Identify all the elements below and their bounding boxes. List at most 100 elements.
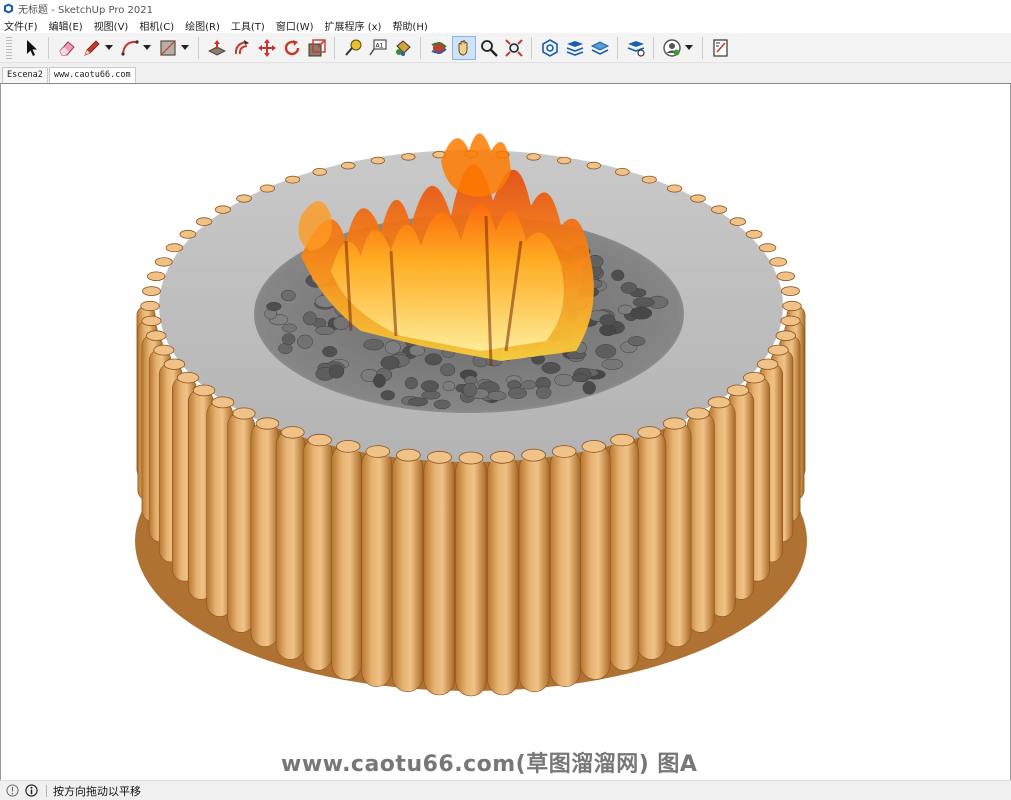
stone	[315, 325, 335, 336]
log-top-cap	[312, 167, 328, 176]
wood-log	[580, 444, 611, 680]
log-top-cap	[341, 161, 356, 170]
geo-location-icon[interactable]	[6, 784, 19, 797]
stone	[487, 390, 507, 401]
stone	[627, 336, 646, 347]
menu-view[interactable]: 视图(V)	[94, 18, 129, 33]
stone	[328, 364, 345, 379]
wood-log	[331, 444, 362, 680]
stone	[408, 344, 425, 357]
log-top-cap	[370, 156, 385, 165]
log-top-cap	[581, 440, 607, 453]
select-tool-button[interactable]	[19, 36, 43, 60]
stone	[541, 362, 561, 374]
log-top-cap	[707, 396, 731, 409]
send-to-layout-button[interactable]	[709, 36, 733, 60]
stone	[599, 324, 617, 337]
shape-tool-button[interactable]	[156, 36, 180, 60]
scale-tool-button[interactable]	[305, 36, 329, 60]
stone	[595, 344, 617, 359]
log-top-cap	[142, 286, 161, 297]
extension-warehouse-button[interactable]	[563, 36, 587, 60]
menu-edit[interactable]: 编辑(E)	[49, 18, 83, 33]
rotate-tool-button[interactable]	[280, 36, 304, 60]
stone	[266, 301, 282, 311]
stone	[630, 306, 653, 320]
shape-tool-dropdown[interactable]	[180, 36, 189, 60]
text-tool-button[interactable]: A1	[366, 36, 390, 60]
toolbar-divider	[702, 36, 703, 59]
log-top-cap	[427, 450, 452, 464]
eraser-tool-button[interactable]	[55, 36, 79, 60]
chevron-down-icon	[104, 45, 113, 50]
pan-tool-button[interactable]	[451, 35, 476, 60]
account-button[interactable]	[660, 36, 684, 60]
line-tool-button[interactable]	[80, 36, 104, 60]
svg-text:A1: A1	[375, 42, 383, 49]
menu-tools[interactable]: 工具(T)	[231, 18, 265, 33]
toolbar-grip[interactable]	[6, 36, 12, 59]
pan-hand-icon	[458, 39, 467, 55]
main-toolbar: A1	[0, 33, 1011, 63]
log-top-cap	[255, 417, 280, 430]
status-bar: 按方向拖动以平移	[0, 780, 1011, 800]
tape-measure-tool-button[interactable]	[341, 36, 365, 60]
menu-window[interactable]: 窗口(W)	[276, 18, 314, 33]
layout-icon	[590, 40, 609, 55]
log-top-cap	[307, 433, 332, 447]
log-top-cap	[767, 344, 789, 356]
wood-log	[302, 437, 333, 671]
move-tool-button[interactable]	[255, 36, 279, 60]
zoom-tool-button[interactable]	[477, 36, 501, 60]
wood-log	[487, 454, 519, 696]
log-top-cap	[745, 229, 763, 239]
menu-help[interactable]: 帮助(H)	[392, 18, 427, 33]
stone	[421, 380, 439, 392]
menu-extensions[interactable]: 扩展程序 (x)	[325, 18, 382, 33]
log-top-cap	[163, 358, 186, 370]
stone	[302, 311, 317, 326]
stone	[599, 314, 616, 327]
push-pull-tool-button[interactable]	[205, 36, 229, 60]
log-top-cap	[726, 384, 750, 397]
menu-draw[interactable]: 绘图(R)	[185, 18, 220, 33]
stone	[280, 289, 296, 302]
stone	[521, 380, 537, 390]
zoom-extents-icon	[504, 38, 523, 57]
extension-manager-button[interactable]	[624, 36, 648, 60]
stone	[535, 386, 552, 399]
arc-tool-button[interactable]	[118, 36, 142, 60]
status-message: 按方向拖动以平移	[53, 784, 141, 798]
toolbar-divider	[198, 36, 199, 59]
fire-pit-model	[135, 133, 807, 697]
arc-tool-dropdown[interactable]	[142, 36, 151, 60]
zoom-extents-tool-button[interactable]	[502, 36, 526, 60]
log-top-cap	[146, 271, 166, 282]
log-top-cap	[214, 205, 231, 214]
scene-tab-caotu66[interactable]: www.caotu66.com	[48, 67, 136, 83]
wood-log	[250, 421, 280, 647]
zoom-icon	[480, 39, 498, 57]
log-top-cap	[195, 217, 213, 226]
scale-icon	[308, 38, 326, 56]
line-tool-dropdown[interactable]	[104, 36, 113, 60]
offset-tool-button[interactable]	[230, 36, 254, 60]
layout-button[interactable]	[588, 36, 612, 60]
log-top-cap	[192, 384, 216, 397]
scene-tab-escena2[interactable]: Escena2	[2, 67, 48, 83]
log-top-cap	[666, 184, 683, 193]
modeling-viewport[interactable]: www.caotu66.com(草图溜溜网) 图A	[0, 83, 1011, 780]
paint-bucket-tool-button[interactable]	[391, 36, 415, 60]
window-title: 无标题 - SketchUp Pro 2021	[18, 5, 153, 16]
log-top-cap	[259, 184, 275, 193]
log-top-cap	[711, 205, 728, 214]
log-top-cap	[769, 257, 788, 267]
orbit-tool-button[interactable]	[427, 36, 451, 60]
info-icon[interactable]	[25, 784, 38, 797]
menu-file[interactable]: 文件(F)	[4, 18, 38, 33]
sketchup-logo-icon	[3, 3, 14, 14]
log-top-cap	[336, 440, 361, 453]
account-dropdown[interactable]	[684, 36, 693, 60]
menu-camera[interactable]: 相机(C)	[139, 18, 174, 33]
3d-warehouse-button[interactable]	[538, 36, 562, 60]
